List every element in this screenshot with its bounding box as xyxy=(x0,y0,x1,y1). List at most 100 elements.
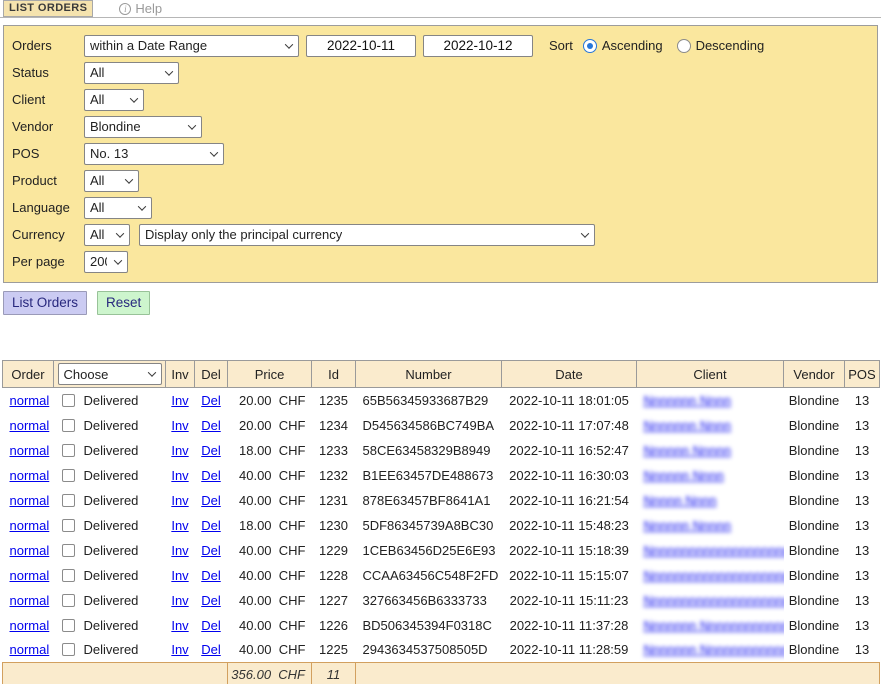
invoice-link[interactable]: Inv xyxy=(171,568,188,583)
order-price: 40.00 CHF xyxy=(228,538,312,563)
row-checkbox[interactable] xyxy=(62,569,75,582)
pos-select[interactable]: No. 13 xyxy=(84,143,224,165)
client-link[interactable]: Nnnnnnn Nnnnnnnnnnnn xyxy=(644,642,784,657)
invoice-link[interactable]: Inv xyxy=(171,393,188,408)
client-link[interactable]: Nnnnnnnnnnnnnnnnnnnnn xyxy=(644,593,784,608)
delete-link[interactable]: Del xyxy=(201,468,221,483)
client-link[interactable]: Nnnnnnn Nnnnnnnnnnnn xyxy=(644,618,784,633)
order-status: Delivered xyxy=(84,468,139,483)
per-page-select[interactable]: 200 xyxy=(84,251,128,273)
currency-display-select[interactable]: Display only the principal currency xyxy=(139,224,595,246)
filter-panel: Orders within a Date Range Sort Ascendin… xyxy=(3,25,878,283)
orders-range-select[interactable]: within a Date Range xyxy=(84,35,299,57)
currency-select[interactable]: All xyxy=(84,224,130,246)
client-link[interactable]: Nnnnnnn Nnnn xyxy=(644,418,731,433)
sort-descending-option[interactable]: Descending xyxy=(677,38,765,53)
reset-button[interactable]: Reset xyxy=(97,291,150,315)
order-type-link[interactable]: normal xyxy=(10,543,50,558)
col-header-pos: POS xyxy=(845,361,880,388)
order-date: 2022-10-11 11:37:28 xyxy=(502,613,637,638)
invoice-link[interactable]: Inv xyxy=(171,493,188,508)
order-type-link[interactable]: normal xyxy=(10,418,50,433)
row-checkbox[interactable] xyxy=(62,394,75,407)
status-select[interactable]: All xyxy=(84,62,179,84)
delete-link[interactable]: Del xyxy=(201,543,221,558)
row-checkbox[interactable] xyxy=(62,619,75,632)
delete-link[interactable]: Del xyxy=(201,618,221,633)
list-orders-tab[interactable]: LIST ORDERS xyxy=(3,0,93,17)
col-header-vendor: Vendor xyxy=(784,361,845,388)
order-pos: 13 xyxy=(845,463,880,488)
date-from-input[interactable] xyxy=(306,35,416,57)
row-checkbox[interactable] xyxy=(62,544,75,557)
order-type-link[interactable]: normal xyxy=(10,493,50,508)
delete-link[interactable]: Del xyxy=(201,568,221,583)
row-checkbox[interactable] xyxy=(62,643,75,656)
invoice-link[interactable]: Inv xyxy=(171,543,188,558)
row-checkbox[interactable] xyxy=(62,494,75,507)
date-to-input[interactable] xyxy=(423,35,533,57)
order-type-link[interactable]: normal xyxy=(10,568,50,583)
row-checkbox[interactable] xyxy=(62,519,75,532)
order-status: Delivered xyxy=(84,568,139,583)
client-select[interactable]: All xyxy=(84,89,144,111)
row-checkbox[interactable] xyxy=(62,444,75,457)
order-type-link[interactable]: normal xyxy=(10,468,50,483)
vendor-select[interactable]: Blondine xyxy=(84,116,202,138)
language-select[interactable]: All xyxy=(84,197,152,219)
order-type-link[interactable]: normal xyxy=(10,618,50,633)
col-header-price: Price xyxy=(228,361,312,388)
order-id: 1231 xyxy=(312,488,356,513)
delete-link[interactable]: Del xyxy=(201,593,221,608)
client-filter-row: Client All xyxy=(12,86,869,113)
order-type-link[interactable]: normal xyxy=(10,393,50,408)
client-link[interactable]: Nnnnnnn Nnnn xyxy=(644,393,731,408)
order-type-link[interactable]: normal xyxy=(10,593,50,608)
client-link[interactable]: Nnnnnn Nnnn xyxy=(644,468,724,483)
delete-link[interactable]: Del xyxy=(201,443,221,458)
delete-link[interactable]: Del xyxy=(201,418,221,433)
client-link[interactable]: Nnnnnn Nnnnn xyxy=(644,518,731,533)
order-status: Delivered xyxy=(84,418,139,433)
client-link[interactable]: Nnnnn Nnnn xyxy=(644,493,717,508)
delete-link[interactable]: Del xyxy=(201,518,221,533)
invoice-link[interactable]: Inv xyxy=(171,468,188,483)
delete-link[interactable]: Del xyxy=(201,393,221,408)
sort-ascending-option[interactable]: Ascending xyxy=(583,38,663,53)
row-checkbox[interactable] xyxy=(62,469,75,482)
descending-radio[interactable] xyxy=(677,39,691,53)
language-filter-row: Language All xyxy=(12,194,869,221)
row-checkbox[interactable] xyxy=(62,419,75,432)
invoice-link[interactable]: Inv xyxy=(171,593,188,608)
client-link[interactable]: Nnnnnnnnnnnnnnnnnnnnn xyxy=(644,568,784,583)
chevron-down-icon xyxy=(116,229,124,237)
order-date: 2022-10-11 16:21:54 xyxy=(502,488,637,513)
invoice-link[interactable]: Inv xyxy=(171,443,188,458)
table-row: normal Delivered Inv Del 40.00 CHF 1225 … xyxy=(3,638,880,663)
order-price: 40.00 CHF xyxy=(228,613,312,638)
client-link[interactable]: Nnnnnn Nnnnn xyxy=(644,443,731,458)
chevron-down-icon xyxy=(285,40,293,48)
order-type-link[interactable]: normal xyxy=(10,443,50,458)
client-label: Client xyxy=(12,92,84,107)
delete-link[interactable]: Del xyxy=(201,642,221,657)
ascending-radio[interactable] xyxy=(583,39,597,53)
delete-link[interactable]: Del xyxy=(201,493,221,508)
orders-table: Order Choose Inv Del Price Id Number Dat… xyxy=(2,360,880,684)
invoice-link[interactable]: Inv xyxy=(171,418,188,433)
product-select[interactable]: All xyxy=(84,170,139,192)
help-link[interactable]: i Help xyxy=(119,1,162,16)
order-type-link[interactable]: normal xyxy=(10,642,50,657)
choose-select[interactable]: Choose xyxy=(58,363,162,385)
invoice-link[interactable]: Inv xyxy=(171,518,188,533)
client-link[interactable]: Nnnnnnnnnnnnnnnnnnnnn xyxy=(644,543,784,558)
order-type-link[interactable]: normal xyxy=(10,518,50,533)
footer-count: 11 xyxy=(312,663,356,684)
invoice-link[interactable]: Inv xyxy=(171,642,188,657)
currency-label: Currency xyxy=(12,227,84,242)
order-number: 2943634537508505D xyxy=(356,638,502,663)
list-orders-button[interactable]: List Orders xyxy=(3,291,87,315)
invoice-link[interactable]: Inv xyxy=(171,618,188,633)
order-pos: 13 xyxy=(845,638,880,663)
row-checkbox[interactable] xyxy=(62,594,75,607)
